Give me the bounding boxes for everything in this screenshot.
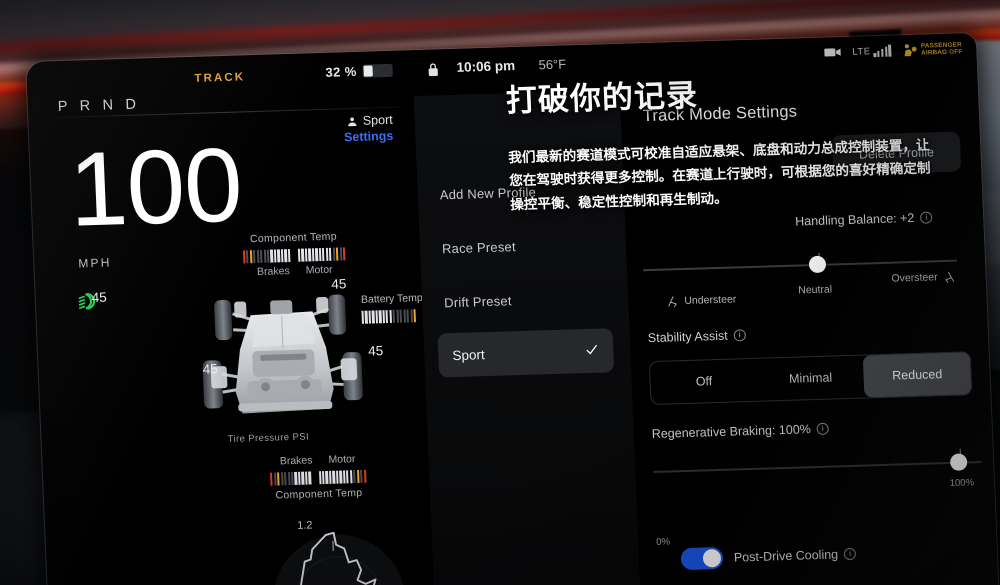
- tire-pressure-rear-left: 45: [91, 289, 108, 306]
- person-icon: [348, 116, 357, 126]
- component-temp-sublabels: Brakes Motor: [185, 262, 405, 281]
- gear-selector: P R N D: [57, 96, 141, 116]
- understeer-icon: [668, 296, 677, 308]
- save-dashcam-row[interactable]: Save Dashcam for Laps i: [682, 580, 888, 585]
- component-temp-title-bottom: Component Temp: [275, 486, 363, 502]
- airbag-text: PASSENGER AIRBAG OFF: [921, 41, 963, 56]
- clock: 10:06 pm: [456, 58, 516, 75]
- component-temp-bars-bottom: [203, 468, 433, 488]
- motor-label-bottom: Motor: [328, 453, 356, 466]
- tire-pressure-rear-right: 45: [331, 276, 347, 292]
- tire-pressure-front-left: 45: [202, 361, 219, 377]
- battery-percent: 32 %: [325, 63, 357, 80]
- info-icon[interactable]: i: [920, 211, 933, 224]
- sidebar-item-race-preset[interactable]: Race Preset: [442, 239, 516, 256]
- info-icon[interactable]: i: [816, 422, 830, 435]
- sidebar-item-label: Sport: [452, 346, 485, 363]
- sidebar-item-sport[interactable]: Sport: [437, 328, 615, 378]
- network-indicator: LTE: [852, 44, 892, 58]
- stability-option-off[interactable]: Off: [650, 359, 758, 404]
- status-bar-right: LTE PASSENGER AIRBAG OFF: [824, 41, 963, 59]
- regenerative-braking-slider[interactable]: 100% 0%: [653, 448, 982, 548]
- handling-balance-slider[interactable]: Understeer Neutral Oversteer: [635, 252, 973, 308]
- sidebar-item-drift-preset[interactable]: Drift Preset: [444, 293, 512, 310]
- brakes-gauge-top: [242, 249, 291, 264]
- regen-min-label: 0%: [656, 536, 671, 548]
- post-drive-cooling-row[interactable]: Post-Drive Cooling i: [680, 543, 857, 571]
- oversteer-label: Oversteer: [891, 270, 956, 286]
- handling-balance-thumb[interactable]: [808, 255, 827, 274]
- network-type: LTE: [852, 46, 871, 58]
- airbag-line2: AIRBAG OFF: [921, 48, 963, 57]
- speed-unit: MPH: [78, 255, 112, 271]
- g-force-label-top: 1.2: [297, 519, 313, 532]
- motor-gauge-bottom: [318, 469, 367, 485]
- checkmark-icon: [586, 344, 598, 355]
- driver-profile-chip[interactable]: Sport Settings: [343, 113, 394, 144]
- screenshot-root: TRACK 32 % P R N D Sport Settings 100 MP…: [0, 0, 1000, 585]
- g-force-svg: [273, 531, 406, 585]
- component-temp-top: Component Temp Brakes Motor: [183, 229, 405, 281]
- post-drive-cooling-label: Post-Drive Cooling i: [734, 547, 857, 565]
- regen-thumb[interactable]: [949, 453, 968, 471]
- regen-max-label: 100%: [949, 477, 975, 489]
- speed-value: 100: [66, 126, 244, 249]
- component-temp-bottom: Brakes Motor Component Temp: [202, 448, 434, 504]
- stability-assist-label: Stability Assist i: [648, 328, 746, 345]
- g-force-meter: 1.2 0.9 0.8: [251, 519, 428, 585]
- brakes-label-bottom: Brakes: [279, 454, 313, 468]
- neutral-label: Neutral: [798, 283, 833, 297]
- signal-bars-icon: [873, 44, 892, 58]
- oversteer-icon: [945, 271, 955, 283]
- info-icon[interactable]: i: [733, 329, 746, 342]
- dashcam-icon[interactable]: [824, 46, 841, 59]
- regen-track[interactable]: [653, 460, 982, 474]
- settings-link[interactable]: Settings: [344, 129, 394, 144]
- tire-pressure-title: Tire Pressure PSI: [227, 431, 310, 445]
- understeer-label: Understeer: [666, 292, 737, 308]
- profile-name: Sport: [362, 112, 393, 128]
- center-display-app: 10:06 pm 56°F LTE PASSENGER AIRBAG OFF A…: [411, 32, 999, 585]
- stability-assist-segmented-control[interactable]: Off Minimal Reduced: [648, 351, 973, 406]
- overlay-body: 我们最新的赛道模式可校准自适应悬架、底盘和动力总成控制装置，让您在驾驶时获得更多…: [508, 137, 931, 213]
- passenger-airbag-indicator: PASSENGER AIRBAG OFF: [902, 41, 963, 57]
- instrument-cluster: TRACK 32 % P R N D Sport Settings 100 MP…: [26, 50, 435, 585]
- marketing-overlay: 打破你的记录 我们最新的赛道模式可校准自适应悬架、底盘和动力总成控制装置，让您在…: [505, 62, 941, 216]
- regenerative-braking-label: Regenerative Braking: 100% i: [651, 422, 830, 441]
- lock-icon: [426, 61, 440, 82]
- brakes-gauge-bottom: [270, 471, 312, 486]
- info-icon[interactable]: i: [843, 547, 857, 561]
- airbag-status: OFF: [949, 48, 963, 56]
- profile-row: Sport: [343, 113, 393, 128]
- outside-temperature: 56°F: [538, 56, 567, 73]
- stability-option-reduced[interactable]: Reduced: [863, 352, 972, 398]
- post-drive-cooling-toggle[interactable]: [680, 546, 724, 571]
- airbag-person-icon: [904, 44, 917, 57]
- handling-balance-label: Handling Balance: +2 i: [795, 210, 933, 229]
- handling-balance-track[interactable]: [643, 259, 957, 272]
- motor-gauge-top: [297, 247, 346, 262]
- battery-indicator: 32 %: [325, 63, 393, 80]
- vehicle-touchscreen[interactable]: TRACK 32 % P R N D Sport Settings 100 MP…: [26, 32, 999, 585]
- battery-icon: [362, 63, 393, 78]
- component-temp-sublabels-bottom: Brakes Motor: [202, 451, 432, 470]
- motor-label: Motor: [305, 263, 333, 277]
- brakes-label: Brakes: [256, 265, 290, 279]
- stability-option-minimal[interactable]: Minimal: [756, 356, 864, 401]
- tire-pressure-front-right: 45: [367, 343, 384, 359]
